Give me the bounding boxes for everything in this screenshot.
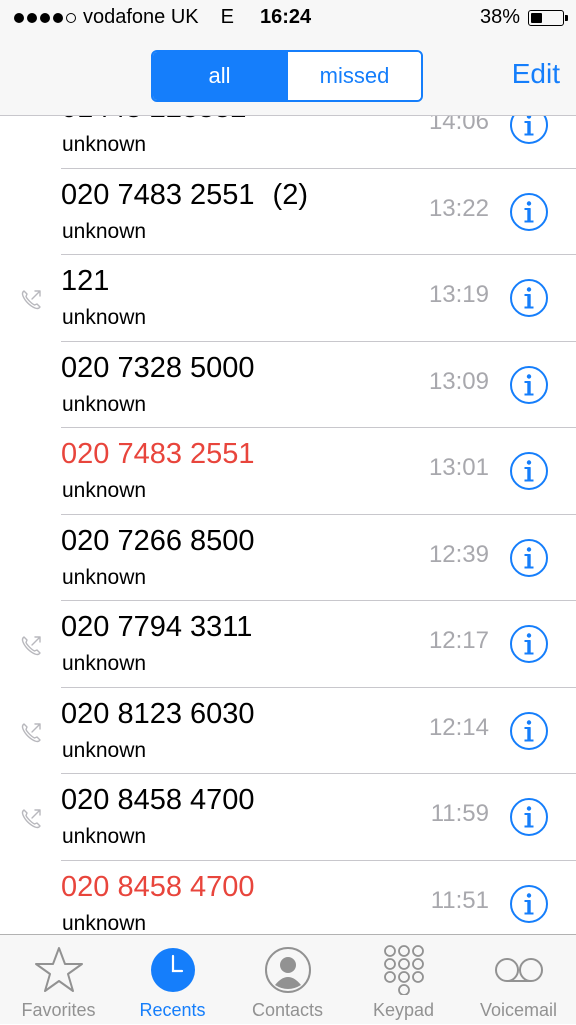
network-type: E [220, 6, 234, 28]
call-time: 12:39 [428, 540, 489, 568]
battery-percent: 38% [479, 6, 520, 28]
call-number-text: 121 [61, 265, 110, 297]
star-icon [34, 947, 83, 992]
recent-calls-list[interactable]: 01443 223882 unknown 14:06 020 7483 2551 (2)… [0, 116, 576, 934]
tab-favorites[interactable]: Favorites [1, 935, 116, 1025]
status-bar: vodafone UK E 16:24 38% [0, 0, 576, 38]
tab-label: Keypad [372, 1000, 435, 1020]
call-number: 020 7483 2551 [61, 438, 255, 471]
call-number: 020 7483 2551 (2) [61, 179, 308, 212]
call-time: 13:01 [428, 454, 489, 481]
call-label: unknown [62, 306, 147, 329]
voicemail-icon [494, 958, 543, 982]
call-number: 020 7266 8500 [61, 525, 255, 558]
keypad-icon [383, 945, 424, 995]
tab-voicemail[interactable]: Voicemail [461, 935, 576, 1025]
call-row[interactable]: 020 7483 2551 unknown 13:01 [0, 428, 576, 515]
call-number: 020 8458 4700 [61, 871, 255, 904]
navigation-bar: all missed Edit [0, 38, 576, 116]
call-count: (2) [272, 178, 308, 211]
call-row[interactable]: 121 unknown 13:19 [0, 255, 576, 342]
tab-contacts[interactable]: Contacts [230, 935, 345, 1025]
call-row[interactable]: 020 7328 5000 unknown 13:09 [0, 342, 576, 429]
battery-icon [528, 9, 568, 26]
status-left: vodafone UK E [14, 6, 234, 29]
info-button-icon[interactable] [509, 116, 549, 145]
call-number: 020 8458 4700 [61, 784, 255, 817]
tab-recents[interactable]: Recents [115, 935, 230, 1025]
call-number: 121 [61, 265, 109, 298]
call-number-text: 020 7794 3311 [61, 611, 253, 643]
tab-label: Favorites [21, 1000, 96, 1020]
info-button-icon[interactable] [509, 538, 549, 578]
status-right: 38% [479, 6, 568, 29]
outgoing-call-icon [19, 807, 43, 831]
info-button-icon[interactable] [509, 451, 549, 491]
info-button-icon[interactable] [509, 797, 549, 837]
call-label: unknown [62, 133, 147, 156]
status-time: 16:24 [260, 6, 312, 28]
tab-label: Voicemail [479, 1000, 558, 1020]
call-number-text: 020 7328 5000 [61, 351, 255, 384]
call-time: 12:14 [428, 713, 489, 741]
clock-icon [150, 948, 195, 992]
call-label: unknown [62, 738, 147, 762]
tab-keypad[interactable]: Keypad [346, 935, 461, 1025]
call-row[interactable]: 020 7483 2551 (2) unknown 13:22 [0, 169, 576, 256]
call-number-text: 020 7266 8500 [61, 524, 255, 557]
call-time: 13:22 [428, 194, 489, 222]
info-button-icon[interactable] [509, 711, 549, 751]
outgoing-call-icon [19, 288, 43, 312]
call-row[interactable]: 020 8458 4700 unknown 11:59 [0, 774, 576, 861]
contacts-icon [264, 947, 311, 993]
recents-filter-segmented-control: all missed [151, 50, 423, 102]
call-time: 11:51 [430, 886, 489, 914]
outgoing-call-icon [19, 634, 43, 658]
call-time: 13:19 [428, 281, 489, 308]
info-button-icon[interactable] [509, 192, 549, 232]
call-label: unknown [62, 479, 147, 502]
call-number: 020 8123 6030 [61, 698, 255, 731]
call-label: unknown [62, 652, 147, 675]
call-time: 11:59 [430, 800, 489, 827]
call-row[interactable]: 020 7266 8500 unknown 12:39 [0, 515, 576, 602]
call-label: unknown [62, 911, 147, 935]
tab-label: Contacts [251, 1000, 324, 1020]
call-number: 020 7328 5000 [61, 352, 255, 385]
info-button-icon[interactable] [509, 365, 549, 405]
segment-missed[interactable]: missed [286, 52, 421, 100]
call-row[interactable]: 020 8123 6030 unknown 12:14 [0, 688, 576, 775]
call-number-text: 01443 223882 [61, 116, 246, 124]
tab-label: Recents [139, 1000, 206, 1020]
segment-all[interactable]: all [153, 52, 286, 100]
call-time: 13:09 [428, 367, 489, 395]
info-button-icon[interactable] [509, 884, 549, 924]
call-number-text: 020 8458 4700 [61, 870, 255, 903]
call-time: 12:17 [428, 627, 489, 654]
call-label: unknown [62, 825, 147, 848]
call-row[interactable]: 020 7794 3311 unknown 12:17 [0, 601, 576, 688]
call-row[interactable]: 020 8458 4700 unknown 11:51 [0, 861, 576, 935]
signal-strength-icon [14, 12, 76, 23]
call-row[interactable]: 01443 223882 unknown 14:06 [0, 116, 576, 169]
call-label: unknown [62, 392, 147, 416]
call-number: 01443 223882 [61, 116, 246, 125]
outgoing-call-icon [19, 721, 43, 745]
call-number: 020 7794 3311 [61, 611, 252, 644]
edit-button[interactable]: Edit [512, 58, 560, 90]
call-number-text: 020 7483 2551 [61, 438, 255, 470]
call-number-text: 020 8123 6030 [61, 697, 255, 730]
carrier-name: vodafone UK [83, 6, 199, 28]
call-label: unknown [62, 219, 147, 243]
call-label: unknown [62, 565, 147, 589]
tab-bar: Favorites Recents Contacts Keypad Voicem… [0, 934, 576, 1024]
info-button-icon[interactable] [509, 278, 549, 318]
call-number-text: 020 7483 2551 [61, 178, 255, 211]
info-button-icon[interactable] [509, 624, 549, 664]
call-number-text: 020 8458 4700 [61, 784, 255, 816]
call-time: 14:06 [428, 116, 489, 135]
